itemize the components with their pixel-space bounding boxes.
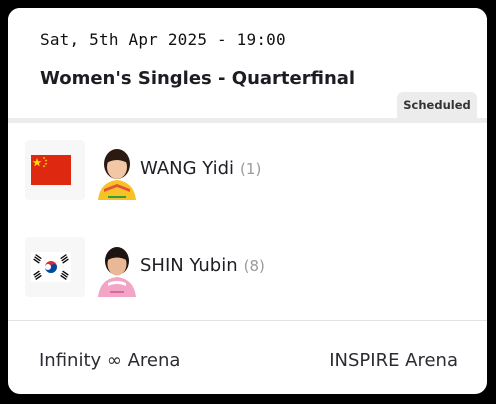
player-row[interactable]: WANG Yidi (1) xyxy=(8,136,487,206)
status-badge: Scheduled xyxy=(397,92,477,118)
south-korea-flag-icon xyxy=(31,252,71,282)
player-row[interactable]: SHIN Yubin (8) xyxy=(8,233,487,303)
player-seed: (1) xyxy=(240,160,262,178)
player-avatar xyxy=(98,149,136,200)
flag-container xyxy=(25,237,85,297)
player-name-text: SHIN Yubin xyxy=(140,255,238,276)
header-divider xyxy=(8,118,487,123)
china-flag-icon xyxy=(31,155,71,185)
match-datetime: Sat, 5th Apr 2025 - 19:00 xyxy=(40,30,286,49)
player-name-text: WANG Yidi xyxy=(140,158,235,179)
match-round-title: Women's Singles - Quarterfinal xyxy=(40,68,356,89)
player-seed: (8) xyxy=(243,257,265,275)
venue-left: Infinity ∞ Arena xyxy=(39,350,181,371)
match-card[interactable]: Sat, 5th Apr 2025 - 19:00 Women's Single… xyxy=(8,8,487,394)
player-avatar xyxy=(98,247,136,297)
footer-divider xyxy=(8,320,487,321)
venue-right: INSPIRE Arena xyxy=(329,350,458,371)
player-name: SHIN Yubin (8) xyxy=(140,255,265,276)
flag-container xyxy=(25,140,85,200)
player-name: WANG Yidi (1) xyxy=(140,158,261,179)
